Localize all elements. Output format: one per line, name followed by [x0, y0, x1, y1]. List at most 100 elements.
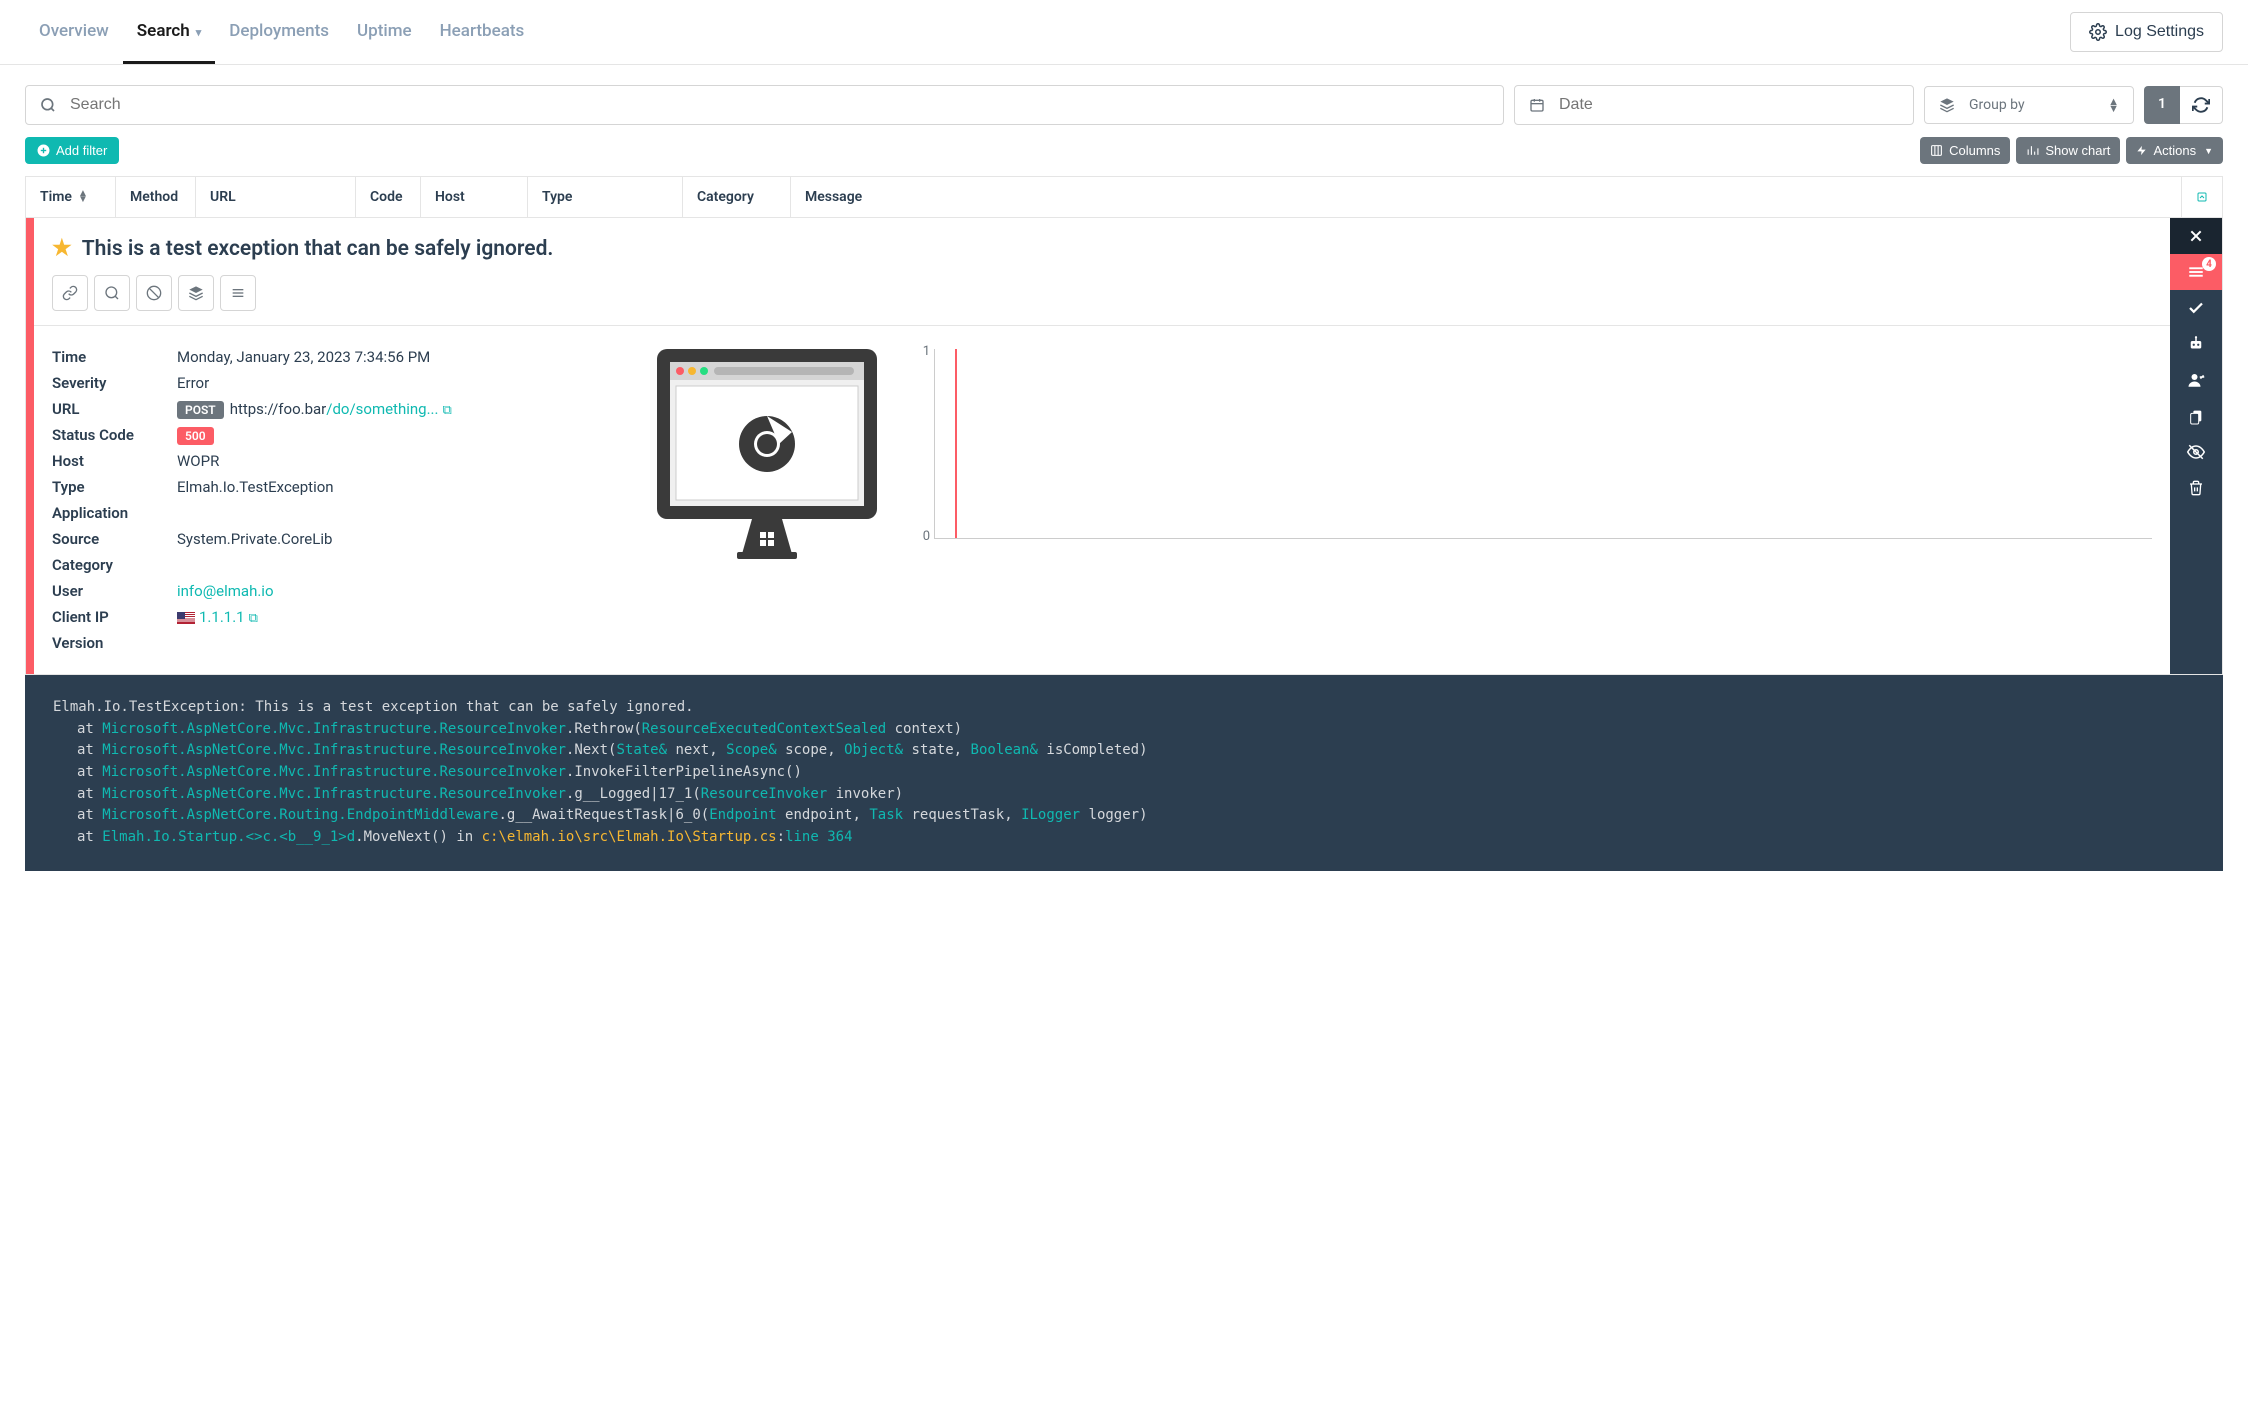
stacktrace-frame: at Microsoft.AspNetCore.Mvc.Infrastructu… — [53, 740, 2195, 762]
search-input[interactable] — [70, 96, 1489, 114]
similar-errors-button[interactable]: 4 — [2170, 254, 2222, 290]
tab-uptime[interactable]: Uptime — [343, 1, 426, 64]
field-label: Severity — [52, 374, 177, 392]
th-url[interactable]: URL — [196, 177, 356, 217]
mark-fixed-button[interactable] — [2170, 290, 2222, 326]
refresh-button[interactable] — [2180, 86, 2223, 124]
field-label: Host — [52, 452, 177, 470]
caret-down-icon: ▼ — [2204, 146, 2213, 156]
y-tick: 1 — [912, 344, 930, 359]
stacktrace-frame: at Microsoft.AspNetCore.Routing.Endpoint… — [53, 805, 2195, 827]
occurrence-chart: 1 0 — [912, 344, 2152, 544]
groupby-select[interactable]: Group by ▲▼ — [1924, 86, 2134, 124]
field-value — [177, 556, 612, 574]
tab-search[interactable]: Search▾ — [123, 1, 216, 64]
badge-count: 4 — [2202, 257, 2216, 271]
field-value: 500 — [177, 426, 612, 444]
group-button[interactable] — [178, 275, 214, 311]
field-label: Application — [52, 504, 177, 522]
field-value — [177, 634, 612, 652]
tab-heartbeats[interactable]: Heartbeats — [426, 1, 539, 64]
search-box[interactable] — [25, 85, 1504, 125]
th-category[interactable]: Category — [683, 177, 791, 217]
th-host[interactable]: Host — [421, 177, 528, 217]
ignore-button[interactable] — [136, 275, 172, 311]
search-toolbar: Group by ▲▼ 1 — [0, 65, 2248, 137]
add-filter-button[interactable]: Add filter — [25, 137, 119, 164]
th-message[interactable]: Message — [791, 177, 2182, 217]
field-label: Category — [52, 556, 177, 574]
field-value: Elmah.Io.TestException — [177, 478, 612, 496]
star-icon[interactable]: ★ — [52, 236, 72, 261]
gear-icon — [2089, 23, 2107, 41]
field-value: POSThttps://foo.bar/do/something...⧉ — [177, 400, 612, 418]
count-refresh: 1 — [2144, 86, 2223, 124]
columns-button[interactable]: Columns — [1920, 137, 2010, 164]
groupby-label: Group by — [1969, 97, 2025, 113]
field-value: info@elmah.io — [177, 582, 612, 600]
filter-toolbar: Add filter Columns Show chart Actions ▼ — [0, 137, 2248, 176]
us-flag-icon — [177, 612, 195, 624]
log-settings-button[interactable]: Log Settings — [2070, 12, 2223, 52]
external-link-icon[interactable]: ⧉ — [249, 611, 258, 626]
field-label: Time — [52, 348, 177, 366]
stacktrace: Elmah.Io.TestException: This is a test e… — [25, 675, 2223, 871]
field-value: Monday, January 23, 2023 7:34:56 PM — [177, 348, 612, 366]
th-time[interactable]: Time▲▼ — [26, 177, 116, 217]
status-badge: 500 — [177, 427, 214, 445]
field-label: Client IP — [52, 608, 177, 626]
layers-icon — [1939, 97, 1955, 113]
close-button[interactable] — [2170, 218, 2222, 254]
field-value: Error — [177, 374, 612, 392]
results-table-header: Time▲▼ Method URL Code Host Type Categor… — [25, 176, 2223, 218]
user-link[interactable]: info@elmah.io — [177, 582, 274, 600]
external-link-icon[interactable]: ⧉ — [442, 403, 451, 418]
field-value: System.Private.CoreLib — [177, 530, 612, 548]
field-label: Status Code — [52, 426, 177, 444]
collapse-all-button[interactable] — [2182, 177, 2222, 217]
th-type[interactable]: Type — [528, 177, 683, 217]
sort-icon: ▲▼ — [78, 191, 88, 203]
detail-sidebar: 4 — [2170, 218, 2222, 674]
copy-button[interactable] — [2170, 398, 2222, 434]
top-nav: Overview Search▾ Deployments Uptime Hear… — [0, 0, 2248, 65]
list-button[interactable] — [220, 275, 256, 311]
assign-user-button[interactable] — [2170, 362, 2222, 398]
url-link[interactable]: /do/something... — [326, 400, 438, 418]
tab-overview[interactable]: Overview — [25, 1, 123, 64]
detail-fields: TimeMonday, January 23, 2023 7:34:56 PM … — [52, 344, 612, 656]
permalink-button[interactable] — [52, 275, 88, 311]
calendar-icon — [1529, 97, 1545, 113]
severity-bar — [26, 218, 34, 674]
date-box[interactable] — [1514, 85, 1914, 125]
field-value — [177, 504, 612, 522]
method-badge: POST — [177, 401, 224, 419]
field-label: Version — [52, 634, 177, 652]
field-label: URL — [52, 400, 177, 418]
actions-button[interactable]: Actions ▼ — [2126, 137, 2223, 164]
search-similar-button[interactable] — [94, 275, 130, 311]
stacktrace-frame: at Elmah.Io.Startup.<>c.<b__9_1>d.MoveNe… — [53, 827, 2195, 849]
th-method[interactable]: Method — [116, 177, 196, 217]
tab-deployments[interactable]: Deployments — [215, 1, 343, 64]
date-input[interactable] — [1559, 96, 1899, 114]
browser-os-illustration — [652, 344, 882, 559]
chart-icon — [2026, 144, 2039, 157]
caret-down-icon: ▾ — [196, 26, 202, 39]
field-label: Type — [52, 478, 177, 496]
ip-link[interactable]: 1.1.1.1 — [199, 608, 245, 626]
hide-button[interactable] — [2170, 434, 2222, 470]
y-tick: 0 — [912, 529, 930, 544]
sort-icon: ▲▼ — [2108, 98, 2119, 112]
th-code[interactable]: Code — [356, 177, 421, 217]
detail-header: ★ This is a test exception that can be s… — [34, 218, 2170, 326]
delete-button[interactable] — [2170, 470, 2222, 506]
field-value: 1.1.1.1 ⧉ — [177, 608, 612, 626]
bot-button[interactable] — [2170, 326, 2222, 362]
result-count: 1 — [2144, 86, 2180, 124]
show-chart-button[interactable]: Show chart — [2016, 137, 2120, 164]
field-label: Source — [52, 530, 177, 548]
stacktrace-header: Elmah.Io.TestException: This is a test e… — [53, 697, 2195, 719]
stacktrace-frame: at Microsoft.AspNetCore.Mvc.Infrastructu… — [53, 762, 2195, 784]
chart-bar — [955, 349, 957, 538]
